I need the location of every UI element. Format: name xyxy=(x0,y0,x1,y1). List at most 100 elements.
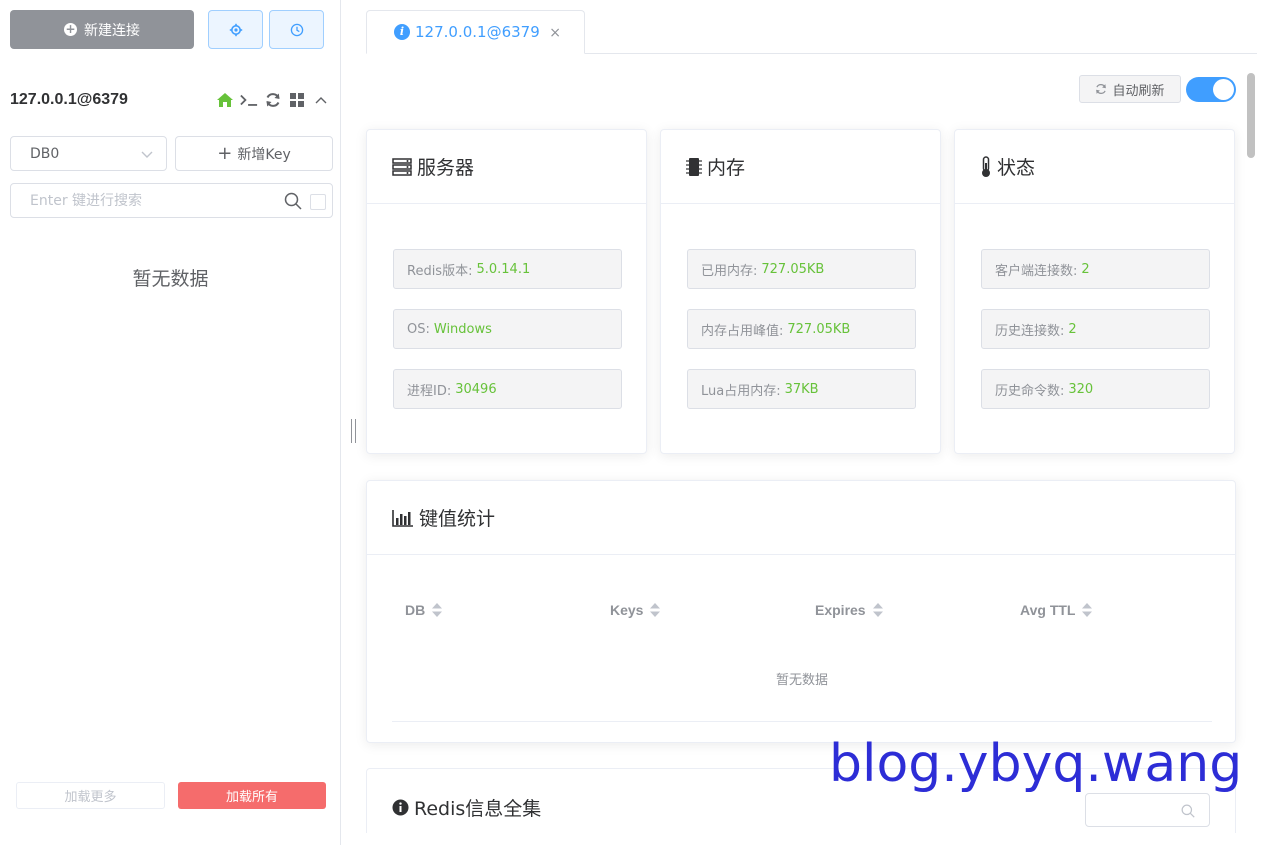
stat-label: Lua占用内存: xyxy=(701,383,781,399)
bar-chart-icon xyxy=(392,509,414,527)
key-search-box xyxy=(10,183,333,218)
tab-label: 127.0.0.1@6379 xyxy=(415,23,540,41)
chevron-down-icon xyxy=(141,151,153,158)
stat-value: 2 xyxy=(1081,261,1090,277)
stat-label: Redis版本: xyxy=(407,263,473,279)
history-button[interactable] xyxy=(269,10,324,49)
stat-value: 5.0.14.1 xyxy=(476,261,531,277)
stat-total-commands: 历史命令数: 320 xyxy=(981,369,1210,409)
stat-label: 内存占用峰值: xyxy=(701,323,784,339)
column-label: Avg TTL xyxy=(1020,602,1076,618)
thermometer-icon xyxy=(980,155,992,178)
status-card-header: 状态 xyxy=(955,130,1234,204)
clock-icon xyxy=(290,23,303,36)
auto-refresh-toggle[interactable] xyxy=(1186,77,1236,102)
stat-lua-memory: Lua占用内存: 37KB xyxy=(687,369,916,409)
sidebar-resize-handle[interactable] xyxy=(351,419,356,443)
new-connection-label: 新建连接 xyxy=(84,22,140,39)
db-select[interactable]: DB0 xyxy=(10,136,167,171)
plus-icon: + xyxy=(217,142,233,164)
memory-chip-icon xyxy=(686,157,702,177)
stat-label: OS: xyxy=(407,321,430,337)
add-key-button[interactable]: + 新增Key xyxy=(175,136,333,171)
plus-circle-icon: + xyxy=(64,22,77,36)
close-icon[interactable]: × xyxy=(549,25,561,41)
status-card: 状态 客户端连接数: 2 历史连接数: 2 历史命令数: 320 xyxy=(954,129,1235,454)
terminal-icon[interactable] xyxy=(240,91,258,109)
column-header-expires[interactable]: Expires xyxy=(802,602,1007,618)
home-icon[interactable] xyxy=(216,91,234,109)
stat-value: 727.05KB xyxy=(761,261,825,277)
auto-refresh-button[interactable]: 自动刷新 xyxy=(1079,75,1181,103)
grid-icon[interactable] xyxy=(288,91,306,109)
server-card: 服务器 Redis版本: 5.0.14.1 OS: Windows 进程ID: 304… xyxy=(366,129,647,454)
server-icon xyxy=(392,157,412,176)
key-stats-empty: 暂无数据 xyxy=(392,639,1212,722)
stat-label: 进程ID: xyxy=(407,383,452,399)
column-header-db[interactable]: DB xyxy=(392,602,597,618)
column-header-keys[interactable]: Keys xyxy=(597,602,802,618)
chevron-up-icon[interactable] xyxy=(312,91,330,109)
column-header-avg-ttl[interactable]: Avg TTL xyxy=(1007,602,1212,618)
column-label: DB xyxy=(405,602,426,618)
gear-icon xyxy=(229,23,242,36)
load-more-button[interactable]: 加载更多 xyxy=(16,782,165,809)
stat-used-memory: 已用内存: 727.05KB xyxy=(687,249,916,289)
connection-actions xyxy=(216,91,330,109)
key-search-input[interactable] xyxy=(11,184,281,217)
auto-refresh-label: 自动刷新 xyxy=(1112,83,1165,99)
column-label: Expires xyxy=(815,602,866,618)
stat-value: 2 xyxy=(1068,321,1077,337)
stat-client-connections: 客户端连接数: 2 xyxy=(981,249,1210,289)
stat-total-connections: 历史连接数: 2 xyxy=(981,309,1210,349)
bottom-edge xyxy=(342,833,1271,845)
refresh-icon xyxy=(1095,83,1107,95)
server-card-header: 服务器 xyxy=(367,130,646,204)
memory-card: 内存 已用内存: 727.05KB 内存占用峰值: 727.05KB Lua占用内存… xyxy=(660,129,941,454)
watermark-text: blog.ybyq.wang xyxy=(829,734,1243,794)
stat-value: 30496 xyxy=(455,381,497,397)
sort-icon[interactable] xyxy=(649,602,661,618)
new-connection-button[interactable]: + 新建连接 xyxy=(10,10,194,49)
stat-value: 320 xyxy=(1068,381,1094,397)
key-stats-table-header: DB Keys Expires Avg TTL xyxy=(392,581,1212,639)
tab-connection[interactable]: i 127.0.0.1@6379 × xyxy=(366,10,585,54)
stat-process-id: 进程ID: 30496 xyxy=(393,369,622,409)
search-icon[interactable] xyxy=(1181,804,1195,818)
memory-card-header: 内存 xyxy=(661,130,940,204)
sort-icon[interactable] xyxy=(431,602,443,618)
info-circle-icon xyxy=(392,799,409,816)
key-list-empty: 暂无数据 xyxy=(132,268,209,290)
settings-button[interactable] xyxy=(208,10,263,49)
info-icon: i xyxy=(394,24,410,40)
connection-name: 127.0.0.1@6379 xyxy=(10,91,128,108)
connection-sidebar: + 新建连接 127.0.0.1@6379 DB0 + 新增Key Enter … xyxy=(0,0,341,845)
stat-label: 客户端连接数: xyxy=(995,263,1078,279)
stat-peak-memory: 内存占用峰值: 727.05KB xyxy=(687,309,916,349)
stat-value: Windows xyxy=(433,321,492,337)
key-stats-card-header: 键值统计 xyxy=(367,481,1235,555)
load-all-button[interactable]: 加载所有 xyxy=(178,782,326,809)
tabs-bar: i 127.0.0.1@6379 × xyxy=(366,0,1257,54)
stat-label: 历史命令数: xyxy=(995,383,1065,399)
sort-icon[interactable] xyxy=(1081,602,1093,618)
sort-icon[interactable] xyxy=(872,602,884,618)
redis-info-card-title: Redis信息全集 xyxy=(414,797,542,820)
db-select-value: DB0 xyxy=(30,145,60,162)
stat-value: 727.05KB xyxy=(787,321,851,337)
server-card-title: 服务器 xyxy=(417,157,475,179)
stat-value: 37KB xyxy=(784,381,819,397)
stat-redis-version: Redis版本: 5.0.14.1 xyxy=(393,249,622,289)
column-label: Keys xyxy=(610,602,644,618)
key-stats-table: DB Keys Expires Avg TTL 暂无数据 xyxy=(392,581,1212,722)
toggle-knob xyxy=(1213,79,1234,100)
main-scrollbar[interactable] xyxy=(1246,73,1256,833)
add-key-label: 新增Key xyxy=(237,146,291,163)
search-icon[interactable] xyxy=(284,192,302,210)
connection-row[interactable]: 127.0.0.1@6379 xyxy=(10,86,330,114)
stat-label: 已用内存: xyxy=(701,263,758,279)
scrollbar-thumb[interactable] xyxy=(1247,73,1255,158)
refresh-icon[interactable] xyxy=(264,91,282,109)
memory-card-title: 内存 xyxy=(707,157,746,179)
exact-search-checkbox[interactable] xyxy=(310,194,326,210)
